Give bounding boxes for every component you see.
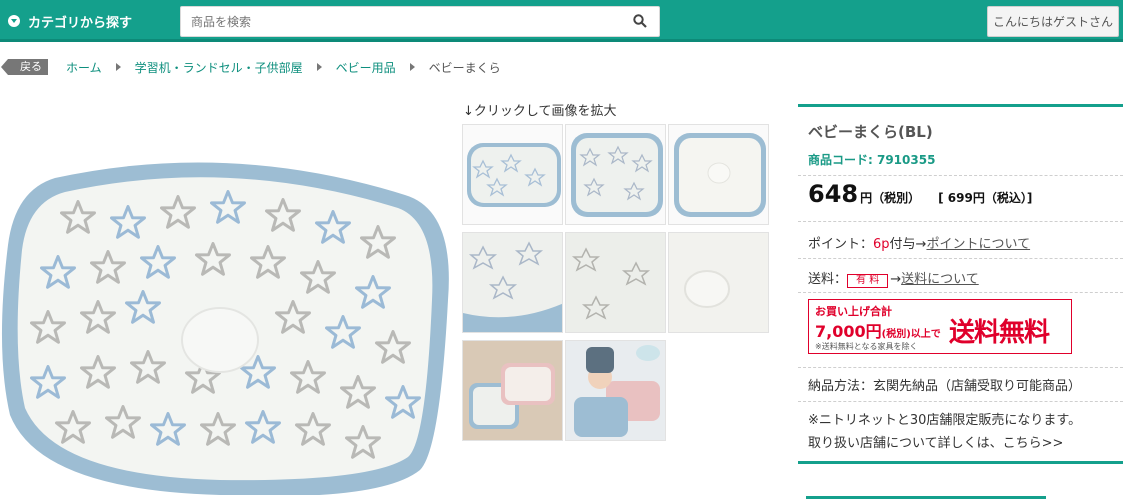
price-value: 648 (808, 180, 859, 208)
banner-amount-note: (税別)以上で (881, 329, 941, 340)
banner-free-shipping: 送料無料 (949, 318, 1050, 348)
shipping-link[interactable]: 送料について (901, 272, 979, 287)
store-note-link[interactable]: 取り扱い店舗について詳しくは、こちら>> (808, 432, 1081, 455)
zoom-hint: ↓クリックして画像を拡大 (463, 104, 617, 119)
search-box[interactable] (180, 6, 660, 37)
points-link[interactable]: ポイントについて (926, 237, 1030, 252)
breadcrumb-baby[interactable]: ベビー用品 (336, 59, 396, 76)
divider (798, 258, 1123, 259)
breadcrumb-separator-icon (115, 63, 121, 71)
store-note: ※ニトリネットと30店舗限定販売になります。 取り扱い店舗について詳しくは、こち… (808, 409, 1081, 455)
breadcrumb-separator-icon (409, 63, 415, 71)
divider (798, 175, 1123, 176)
thumbnail-6[interactable] (668, 232, 769, 333)
thumbnail-5[interactable] (565, 232, 666, 333)
points-suffix: 付与→ (889, 237, 927, 252)
points-label: ポイント： (808, 237, 874, 252)
back-button[interactable]: 戻る (1, 59, 48, 75)
search-icon[interactable] (633, 14, 647, 28)
store-note-line1: ※ニトリネットと30店舗限定販売になります。 (808, 413, 1082, 428)
price-block: 648 円（税別） [ 699円（税込）] (808, 180, 1032, 208)
thumbnail-7[interactable] (462, 340, 563, 441)
shipping-paid-badge: 有 料 (847, 274, 889, 288)
thumbnail-1[interactable] (462, 124, 563, 225)
breadcrumb-separator-icon (316, 63, 322, 71)
thumbnail-2[interactable] (565, 124, 666, 225)
breadcrumb-kids-room[interactable]: 学習机・ランドセル・子供部屋 (135, 59, 303, 76)
breadcrumb: 戻る ホーム 学習机・ランドセル・子供部屋 ベビー用品 ベビーまくら (1, 58, 501, 76)
banner-line1: お買い上げ合計 (815, 305, 892, 318)
search-input[interactable] (181, 7, 621, 36)
points-line: ポイント：6p付与→ポイントについて (808, 233, 1030, 252)
product-info-panel: ベビーまくら(BL) 商品コード: 7910355 648 円（税別） [ 69… (798, 104, 1123, 464)
breadcrumb-home[interactable]: ホーム (66, 59, 102, 76)
divider (798, 221, 1123, 222)
banner-amount: 7,000円 (815, 322, 882, 341)
thumbnail-3[interactable] (668, 124, 769, 225)
thumbnail-4[interactable] (462, 232, 563, 333)
divider (798, 367, 1123, 368)
price-unit: 円（税別） (860, 191, 921, 205)
product-code: 商品コード: 7910355 (808, 153, 936, 167)
free-shipping-banner[interactable]: お買い上げ合計 7,000円(税別)以上で ※送料無料となる家具を除く 送料無料 (808, 299, 1072, 354)
price-tax-included: [ 699円（税込）] (938, 191, 1033, 205)
shipping-line: 送料：有 料 →送料について (808, 268, 979, 288)
top-bar: カテゴリから探す こんにちはゲストさん (0, 0, 1123, 42)
divider (798, 292, 1123, 293)
shipping-arrow: → (890, 272, 902, 287)
thumbnail-8[interactable] (565, 340, 666, 441)
shipping-label: 送料： (808, 272, 848, 287)
banner-footnote: ※送料無料となる家具を除く (815, 342, 918, 351)
points-value: 6p (873, 237, 890, 252)
category-button-label: カテゴリから探す (28, 15, 133, 31)
greeting-button[interactable]: こんにちはゲストさん (987, 6, 1119, 37)
delivery-method: 納品方法：玄関先納品（店舗受取り可能商品） (808, 379, 1082, 394)
product-title: ベビーまくら(BL) (808, 123, 933, 141)
banner-amount-line: 7,000円(税別)以上で (815, 318, 941, 342)
product-main-image[interactable] (0, 150, 455, 495)
category-button[interactable]: カテゴリから探す (8, 9, 132, 33)
breadcrumb-current: ベビーまくら (428, 60, 501, 75)
chevron-down-icon (8, 15, 20, 27)
divider (798, 401, 1123, 402)
